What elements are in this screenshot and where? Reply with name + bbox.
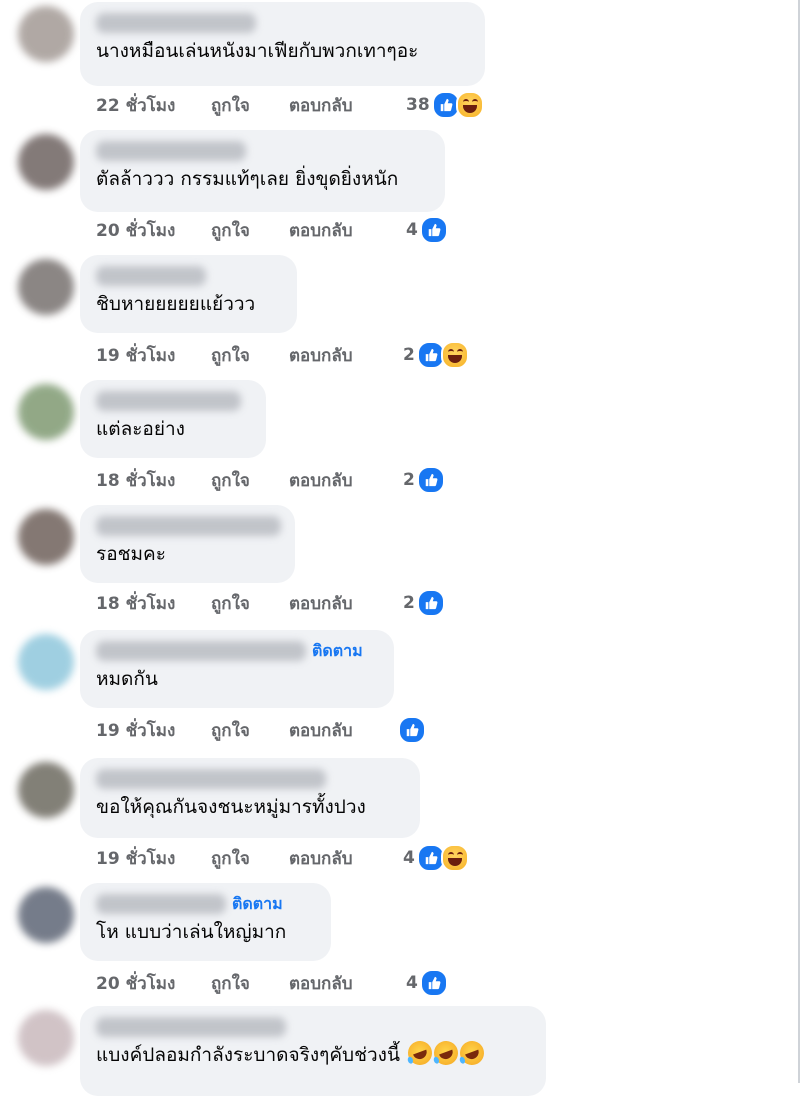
haha-icon — [455, 91, 484, 119]
avatar[interactable] — [18, 259, 74, 315]
like-icon — [419, 969, 448, 997]
comment-actions: 19 ชั่วโมง ถูกใจ ตอบกลับ — [96, 715, 399, 745]
haha-icon — [440, 341, 469, 369]
timestamp[interactable]: 18 ชั่วโมง — [96, 590, 211, 617]
like-button[interactable]: ถูกใจ — [211, 717, 289, 744]
rolling-laughing-emoji — [430, 1037, 462, 1069]
comment-bubble: ชิบหายยยยยแย้ววว — [80, 255, 297, 333]
reaction-count: 4 — [403, 848, 415, 868]
comment-actions: 19 ชั่วโมง ถูกใจ ตอบกลับ — [96, 340, 399, 370]
reaction-summary[interactable]: 4 — [406, 968, 448, 998]
avatar[interactable] — [18, 762, 74, 818]
reply-button[interactable]: ตอบกลับ — [289, 845, 399, 872]
timestamp[interactable]: 18 ชั่วโมง — [96, 467, 211, 494]
comment-text: รอชมคะ — [96, 543, 166, 565]
timestamp[interactable]: 19 ชั่วโมง — [96, 342, 211, 369]
reaction-summary[interactable]: 38 — [406, 90, 484, 120]
timestamp[interactable]: 20 ชั่วโมง — [96, 217, 211, 244]
reaction-count: 38 — [406, 95, 430, 115]
reaction-summary[interactable] — [398, 715, 426, 745]
comment-text: ขอให้คุณกันจงชนะหมู่มารทั้งปวง — [96, 796, 366, 818]
like-button[interactable]: ถูกใจ — [211, 342, 289, 369]
haha-icon — [440, 844, 469, 872]
reaction-count: 2 — [403, 593, 415, 613]
comment-text-body: แบงค์ปลอมกำลังระบาดจริงๆคับช่วงนี้ — [96, 1044, 400, 1066]
comment-bubble: แต่ละอย่าง — [80, 380, 266, 458]
reaction-count: 2 — [403, 470, 415, 490]
comment-actions: 18 ชั่วโมง ถูกใจ ตอบกลับ — [96, 588, 399, 618]
reply-button[interactable]: ตอบกลับ — [289, 590, 399, 617]
commenter-name[interactable] — [96, 894, 226, 914]
like-icon — [398, 716, 426, 744]
avatar[interactable] — [18, 6, 74, 62]
commenter-name[interactable] — [96, 266, 206, 286]
commenter-name[interactable] — [96, 641, 306, 661]
like-icon — [416, 589, 445, 617]
comment-bubble: นางหมือนเล่นหนังมาเฟียกับพวกเทาๆอะ — [80, 2, 485, 86]
comment-actions: 20 ชั่วโมง ถูกใจ ตอบกลับ — [96, 215, 399, 245]
avatar[interactable] — [18, 134, 74, 190]
reaction-summary[interactable]: 2 — [403, 588, 445, 618]
reply-button[interactable]: ตอบกลับ — [289, 467, 399, 494]
follow-button[interactable]: ติดตาม — [312, 639, 363, 664]
like-button[interactable]: ถูกใจ — [211, 970, 289, 997]
comment-text: หมดกัน — [96, 668, 158, 690]
comment-text: แบงค์ปลอมกำลังระบาดจริงๆคับช่วงนี้ — [96, 1037, 532, 1070]
timestamp[interactable]: 19 ชั่วโมง — [96, 845, 211, 872]
like-button[interactable]: ถูกใจ — [211, 217, 289, 244]
avatar[interactable] — [18, 384, 74, 440]
like-icon — [416, 466, 445, 494]
comment-bubble: ติดตาม หมดกัน — [80, 630, 394, 708]
like-button[interactable]: ถูกใจ — [211, 467, 289, 494]
commenter-name[interactable] — [96, 769, 326, 789]
timestamp[interactable]: 20 ชั่วโมง — [96, 970, 211, 997]
comment-bubble: ตัลล้าววว กรรมแท้ๆเลย ยิ่งขุดยิ่งหนัก — [80, 130, 445, 212]
reaction-summary[interactable]: 4 — [403, 843, 469, 873]
timestamp[interactable]: 19 ชั่วโมง — [96, 717, 211, 744]
like-button[interactable]: ถูกใจ — [211, 92, 289, 119]
comment-text: นางหมือนเล่นหนังมาเฟียกับพวกเทาๆอะ — [96, 40, 419, 62]
commenter-name[interactable] — [96, 141, 246, 161]
comment-actions: 22 ชั่วโมง ถูกใจ ตอบกลับ — [96, 90, 399, 120]
comment-text: โห แบบว่าเล่นใหญ่มาก — [96, 921, 287, 943]
comment-bubble: ติดตาม โห แบบว่าเล่นใหญ่มาก — [80, 883, 331, 961]
comment-bubble: ขอให้คุณกันจงชนะหมู่มารทั้งปวง — [80, 758, 420, 838]
comment-text: ตัลล้าววว กรรมแท้ๆเลย ยิ่งขุดยิ่งหนัก — [96, 168, 399, 190]
reply-button[interactable]: ตอบกลับ — [289, 92, 399, 119]
reaction-summary[interactable]: 4 — [406, 215, 448, 245]
reply-button[interactable]: ตอบกลับ — [289, 717, 399, 744]
reaction-summary[interactable]: 2 — [403, 465, 445, 495]
reaction-summary[interactable]: 2 — [403, 340, 469, 370]
rolling-laughing-emoji — [456, 1037, 488, 1069]
avatar[interactable] — [18, 1010, 74, 1066]
like-icon — [419, 216, 448, 244]
reply-button[interactable]: ตอบกลับ — [289, 970, 399, 997]
like-button[interactable]: ถูกใจ — [211, 845, 289, 872]
reaction-count: 2 — [403, 345, 415, 365]
avatar[interactable] — [18, 509, 74, 565]
commenter-name[interactable] — [96, 391, 241, 411]
reply-button[interactable]: ตอบกลับ — [289, 217, 399, 244]
commenter-name[interactable] — [96, 516, 281, 536]
comment-bubble: รอชมคะ — [80, 505, 295, 583]
commenter-name[interactable] — [96, 13, 256, 33]
comment-text: ชิบหายยยยยแย้ววว — [96, 293, 256, 315]
reaction-count: 4 — [406, 220, 418, 240]
follow-button[interactable]: ติดตาม — [232, 892, 283, 917]
comment-actions: 20 ชั่วโมง ถูกใจ ตอบกลับ — [96, 968, 399, 998]
avatar[interactable] — [18, 887, 74, 943]
reaction-count: 4 — [406, 973, 418, 993]
reply-button[interactable]: ตอบกลับ — [289, 342, 399, 369]
comment-text: แต่ละอย่าง — [96, 418, 185, 440]
timestamp[interactable]: 22 ชั่วโมง — [96, 92, 211, 119]
avatar[interactable] — [18, 634, 74, 690]
commenter-name[interactable] — [96, 1017, 286, 1037]
like-button[interactable]: ถูกใจ — [211, 590, 289, 617]
comment-actions: 18 ชั่วโมง ถูกใจ ตอบกลับ — [96, 465, 399, 495]
comment-actions: 19 ชั่วโมง ถูกใจ ตอบกลับ — [96, 843, 399, 873]
rolling-laughing-emoji — [404, 1037, 436, 1069]
